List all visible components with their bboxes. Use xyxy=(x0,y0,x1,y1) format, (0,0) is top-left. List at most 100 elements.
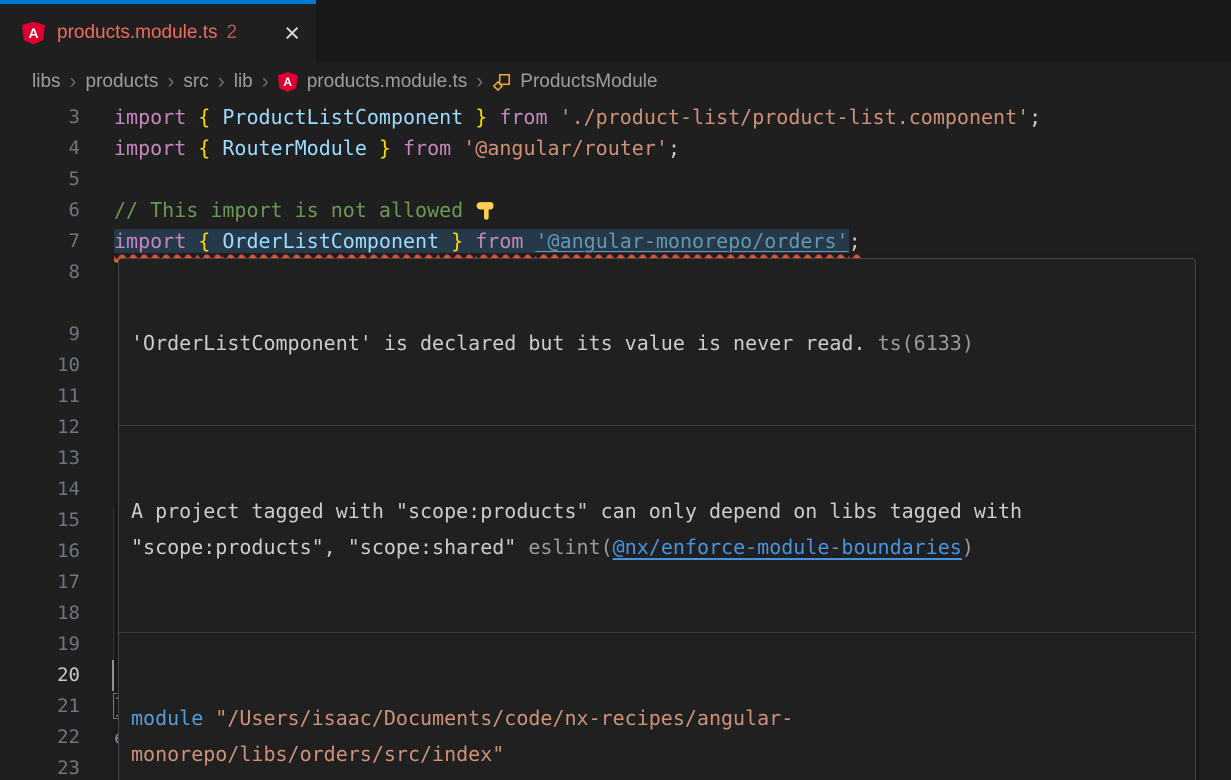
divider xyxy=(119,632,1195,633)
line-number[interactable]: 7 xyxy=(0,226,80,257)
line-number[interactable]: 19 xyxy=(0,629,80,660)
token: './product-list/product-list.component' xyxy=(560,105,1030,129)
token: ; xyxy=(668,136,680,160)
indent-guide xyxy=(113,505,114,536)
line-number[interactable]: 18 xyxy=(0,598,80,629)
code-line[interactable]: 3 import { ProductListComponent } from '.… xyxy=(0,102,1231,133)
line-number[interactable]: 3 xyxy=(0,102,80,133)
token: RouterModule xyxy=(222,136,367,160)
indent-guide xyxy=(113,629,114,660)
hover-ts-diagnostic: 'OrderListComponent' is declared but its… xyxy=(119,321,1195,363)
breadcrumb-item-file[interactable]: A products.module.ts xyxy=(278,71,468,93)
indent-guide xyxy=(113,567,114,598)
code-editor[interactable]: 3 import { ProductListComponent } from '.… xyxy=(0,102,1231,780)
squiggle-error: import { OrderListComponent } from '@ang… xyxy=(114,229,861,253)
close-icon[interactable]: × xyxy=(284,23,300,43)
hover-module-path1: "/Users/isaac/Documents/code/nx-recipes/… xyxy=(203,706,793,730)
breadcrumb-file-label: products.module.ts xyxy=(307,71,468,93)
hover-ts-message: 'OrderListComponent' is declared but its… xyxy=(131,331,866,355)
line-number[interactable]: 5 xyxy=(0,164,80,195)
code-line-content: import { OrderListComponent } from '@ang… xyxy=(114,226,861,257)
active-indent-guide xyxy=(112,660,114,691)
hover-ts-code: ts(6133) xyxy=(878,331,974,355)
hover-eslint-source-close: ) xyxy=(962,535,974,559)
token: '@angular-monorepo/orders' xyxy=(535,229,848,253)
hover-popup: 'OrderListComponent' is declared but its… xyxy=(118,258,1196,780)
token: ; xyxy=(1029,105,1041,129)
token: '@angular/router' xyxy=(463,136,668,160)
indent-guide xyxy=(113,536,114,567)
chevron-right-icon: › xyxy=(70,70,77,94)
token: } xyxy=(367,136,403,160)
line-number[interactable]: 14 xyxy=(0,474,80,505)
line-number[interactable]: 16 xyxy=(0,536,80,567)
tab-products-module[interactable]: A products.module.ts 2 × xyxy=(0,0,316,62)
line-number[interactable]: 13 xyxy=(0,443,80,474)
code-line-content: // This import is not allowed xyxy=(114,195,496,226)
token: import xyxy=(114,105,198,129)
breadcrumb-item-symbol[interactable]: ProductsModule xyxy=(492,71,657,93)
breadcrumb-item-lib[interactable]: lib xyxy=(234,71,253,93)
token: import xyxy=(114,229,198,253)
breadcrumb-item-products[interactable]: products xyxy=(86,71,159,93)
line-number[interactable]: 9 xyxy=(0,319,80,350)
breadcrumb: libs › products › src › lib › A products… xyxy=(0,62,1231,102)
code-line[interactable]: 5 xyxy=(0,164,1231,195)
eslint-rule-link[interactable]: @nx/enforce-module-boundaries xyxy=(613,535,962,559)
line-number[interactable]: 17 xyxy=(0,567,80,598)
angular-icon: A xyxy=(278,72,298,92)
token: ; xyxy=(849,229,861,253)
divider xyxy=(119,425,1195,426)
tab-problems-badge: 2 xyxy=(227,22,238,44)
line-number[interactable]: 15 xyxy=(0,505,80,536)
token: { xyxy=(198,136,222,160)
chevron-right-icon: › xyxy=(476,70,483,94)
chevron-right-icon: › xyxy=(262,70,269,94)
line-number[interactable]: 11 xyxy=(0,381,80,412)
hover-eslint-diagnostic: A project tagged with "scope:products" c… xyxy=(119,488,1195,570)
squiggle-warning: import { OrderListComponent } from '@ang… xyxy=(114,229,861,253)
hover-module-info: module "/Users/isaac/Documents/code/nx-r… xyxy=(119,695,1195,777)
hover-module-path2: monorepo/libs/orders/src/index" xyxy=(131,742,504,766)
token: } xyxy=(463,105,499,129)
hover-eslint-source: eslint( xyxy=(528,535,612,559)
code-line[interactable]: 7 import { OrderListComponent } from '@an… xyxy=(0,226,1231,257)
chevron-right-icon: › xyxy=(167,70,174,94)
line-number[interactable]: 4 xyxy=(0,133,80,164)
code-line[interactable]: 6 // This import is not allowed xyxy=(0,195,1231,226)
token: // This import is not allowed xyxy=(114,198,475,222)
token: from xyxy=(475,229,535,253)
tab-bar: A products.module.ts 2 × xyxy=(0,0,1231,62)
breadcrumb-symbol-label: ProductsModule xyxy=(520,71,657,93)
token: from xyxy=(403,136,463,160)
class-symbol-icon xyxy=(492,73,511,92)
line-number[interactable]: 21 xyxy=(0,691,80,722)
angular-icon: A xyxy=(22,22,45,45)
line-number[interactable]: 23 xyxy=(0,753,80,780)
code-area: 3 import { ProductListComponent } from '.… xyxy=(0,102,1231,780)
hover-module-keyword: module xyxy=(131,706,203,730)
indent-guide xyxy=(113,598,114,629)
breadcrumb-item-src[interactable]: src xyxy=(183,71,208,93)
code-line[interactable]: 4 import { RouterModule } from '@angular/… xyxy=(0,133,1231,164)
line-number[interactable]: 10 xyxy=(0,350,80,381)
hover-ts-source xyxy=(866,331,878,355)
token: ProductListComponent xyxy=(222,105,463,129)
line-number[interactable]: 12 xyxy=(0,412,80,443)
breadcrumb-item-libs[interactable]: libs xyxy=(32,71,61,93)
code-line-content: import { RouterModule } from '@angular/r… xyxy=(114,133,680,164)
token: { xyxy=(198,105,222,129)
line-number[interactable]: 20 xyxy=(0,660,80,691)
chevron-right-icon: › xyxy=(218,70,225,94)
code-line-content: import { ProductListComponent } from './… xyxy=(114,102,1041,133)
token: OrderListComponent xyxy=(222,229,439,253)
hover-eslint-line2: "scope:products", "scope:shared" xyxy=(131,535,528,559)
token: } xyxy=(439,229,475,253)
line-number[interactable]: 6 xyxy=(0,195,80,226)
tab-title: products.module.ts xyxy=(57,22,218,44)
line-number[interactable]: 22 xyxy=(0,722,80,753)
token: { xyxy=(198,229,222,253)
token: from xyxy=(499,105,559,129)
token: import xyxy=(114,136,198,160)
line-number[interactable]: 8 xyxy=(0,257,80,288)
